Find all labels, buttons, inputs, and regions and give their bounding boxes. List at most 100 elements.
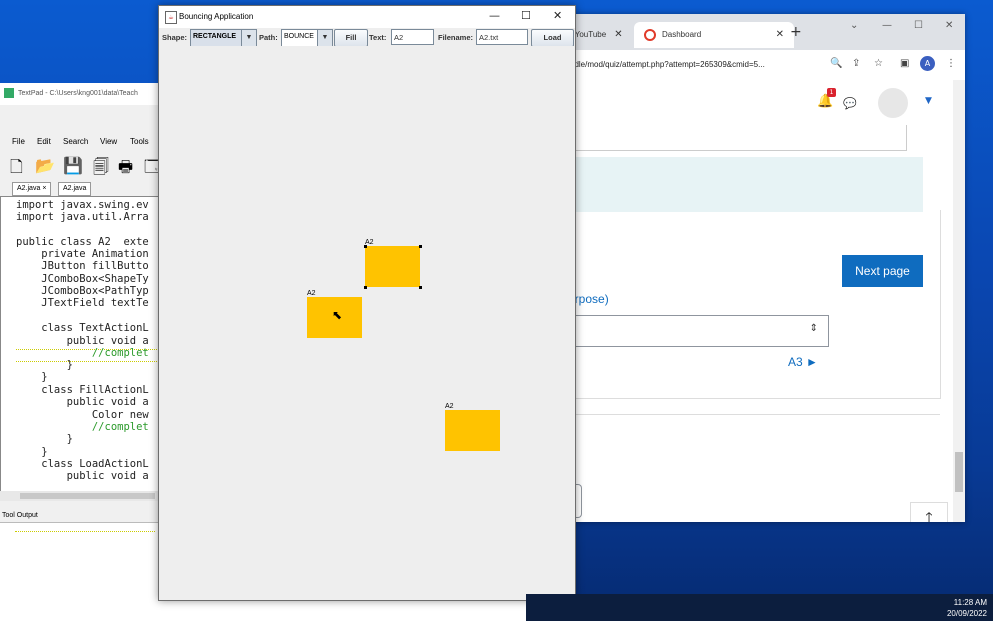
close-icon[interactable]: ✕ <box>614 29 622 40</box>
next-page-button[interactable]: Next page <box>842 255 923 287</box>
browser-window: - YouTube ✕ Dashboard ✕ + ⌄ — ☐ ✕ odle/mo… <box>530 14 965 522</box>
path-combo-value: BOUNCE <box>284 33 314 40</box>
back-to-top-button[interactable]: 🡑 <box>910 502 948 522</box>
minimize-icon[interactable]: — <box>489 9 500 22</box>
page-scrollbar[interactable] <box>953 80 965 522</box>
fill-button[interactable]: Fill <box>334 29 368 47</box>
notification-badge: 1 <box>827 88 836 97</box>
horizontal-scrollbar[interactable] <box>0 491 160 501</box>
app-title: Bouncing Application <box>179 12 254 21</box>
selection-handle[interactable] <box>419 245 422 248</box>
shape-combo-value: RECTANGLE <box>193 33 237 40</box>
zoom-icon[interactable]: 🔍 <box>830 58 842 69</box>
browser-tab-dashboard[interactable]: Dashboard ✕ <box>634 22 794 48</box>
code-line: //complet <box>16 347 149 359</box>
minimize-icon[interactable]: — <box>882 20 892 31</box>
browser-tab-youtube[interactable]: - YouTube ✕ <box>570 22 623 48</box>
menu-view[interactable]: View <box>100 137 117 146</box>
a3-link[interactable]: A3 ► <box>788 355 818 369</box>
close-window-icon[interactable]: ✕ <box>945 20 953 31</box>
answer-textarea[interactable] <box>530 125 907 151</box>
path-combo[interactable]: BOUNCE ▼ <box>281 29 333 47</box>
code-line: public void a <box>16 470 149 482</box>
tab-a2-java[interactable]: A2.java × <box>12 182 52 196</box>
scrollbar-thumb[interactable] <box>20 493 155 499</box>
shape-label: Shape: <box>162 33 188 42</box>
clock-date: 20/09/2022 <box>946 609 987 618</box>
address-bar: odle/mod/quiz/attempt.php?attempt=265309… <box>530 50 965 81</box>
chevron-down-icon[interactable]: ▼ <box>925 96 932 106</box>
textpad-icon <box>4 88 14 99</box>
code-line: Color new <box>16 409 149 421</box>
code-line: } <box>16 446 48 458</box>
code-line: class LoadActionL <box>16 458 149 470</box>
filename-label: Filename: <box>438 33 474 42</box>
code-line: class TextActionL <box>16 322 149 334</box>
code-line: public class A2 exte <box>16 236 149 248</box>
selection-handle[interactable] <box>364 286 367 289</box>
tab-search-icon[interactable]: ⌄ <box>850 20 858 31</box>
code-line: private Animation <box>16 248 149 260</box>
menu-search[interactable]: Search <box>63 137 88 146</box>
share-icon[interactable]: ⇪ <box>852 58 860 69</box>
text-label: Text: <box>369 33 387 42</box>
output-dots <box>15 531 155 535</box>
code-line: import java.util.Arra <box>16 211 149 223</box>
rectangle-shape[interactable] <box>445 410 500 451</box>
bookmark-star-icon[interactable]: ☆ <box>874 58 883 69</box>
selection-handle[interactable] <box>419 286 422 289</box>
code-line: public void a <box>16 335 149 347</box>
open-folder-icon[interactable]: 📂 <box>35 156 55 175</box>
code-line: class FillActionL <box>16 384 149 396</box>
selection-handle[interactable] <box>364 245 367 248</box>
shape-label-text: A2 <box>307 290 316 297</box>
url-text[interactable]: odle/mod/quiz/attempt.php?attempt=265309… <box>570 60 765 69</box>
close-icon[interactable]: ✕ <box>776 22 784 48</box>
save-all-icon[interactable]: 🗐 <box>93 156 109 183</box>
menu-edit[interactable]: Edit <box>37 137 51 146</box>
scrollbar-thumb[interactable] <box>955 452 963 492</box>
menu-tools[interactable]: Tools <box>130 137 149 146</box>
code-editor[interactable]: import javax.swing.ev import java.util.A… <box>0 196 162 493</box>
text-field[interactable]: A2 <box>391 29 434 45</box>
code-line: } <box>16 371 48 383</box>
app-toolbar: Shape: RECTANGLE ▼ Path: BOUNCE ▼ Fill T… <box>159 28 575 47</box>
dropdown-arrow-icon[interactable]: ▼ <box>241 30 256 46</box>
textpad-title: TextPad - C:\Users\kng001\data\Teach <box>18 90 138 97</box>
close-icon[interactable]: ✕ <box>553 9 562 22</box>
save-icon[interactable]: 💾 <box>63 156 83 175</box>
divider <box>530 414 940 415</box>
shape-combo[interactable]: RECTANGLE ▼ <box>190 29 257 47</box>
chat-icon[interactable]: 💬 <box>843 97 857 110</box>
new-tab-icon[interactable]: + <box>790 24 802 40</box>
rectangle-shape[interactable] <box>365 246 420 287</box>
textpad-tabs: A2.java × A2.java <box>0 181 160 196</box>
moodle-icon <box>644 28 656 41</box>
select-arrow-icon: ⇕ <box>809 323 818 334</box>
system-clock[interactable]: 11:28 AM 20/09/2022 <box>947 597 987 619</box>
browser-tab-dashboard-label: Dashboard <box>662 30 702 39</box>
tool-output-label: Tool Output <box>0 510 162 523</box>
print-icon[interactable]: 🖶 <box>118 156 133 183</box>
maximize-icon[interactable]: ☐ <box>521 9 531 22</box>
user-avatar[interactable] <box>878 88 908 118</box>
menu-file[interactable]: File <box>12 137 25 146</box>
animation-canvas[interactable]: A2 A2 ⬉ A2 <box>159 46 575 600</box>
info-box <box>530 157 923 212</box>
code-line: } <box>16 433 73 445</box>
load-button[interactable]: Load <box>531 29 574 47</box>
profile-avatar[interactable]: A <box>920 56 935 71</box>
taskbar: 11:28 AM 20/09/2022 <box>526 594 993 621</box>
filename-field[interactable]: A2.txt <box>476 29 528 45</box>
tab-a2-java[interactable]: A2.java <box>58 182 92 196</box>
new-file-icon[interactable]: 🗋 <box>10 156 23 183</box>
side-panel-icon[interactable]: ▣ <box>900 58 909 69</box>
shape-label-text: A2 <box>445 403 454 410</box>
close-icon[interactable]: × <box>42 185 46 192</box>
maximize-icon[interactable]: ☐ <box>914 20 923 31</box>
textpad-title-bar: TextPad - C:\Users\kng001\data\Teach <box>0 83 160 105</box>
menu-icon[interactable]: ⋮ <box>946 58 956 69</box>
dropdown-arrow-icon[interactable]: ▼ <box>317 30 332 46</box>
code-line: JButton fillButto <box>16 260 149 272</box>
textpad-toolbar: 🗋 📂 💾 🗐 🖶 🗔 <box>0 153 161 177</box>
